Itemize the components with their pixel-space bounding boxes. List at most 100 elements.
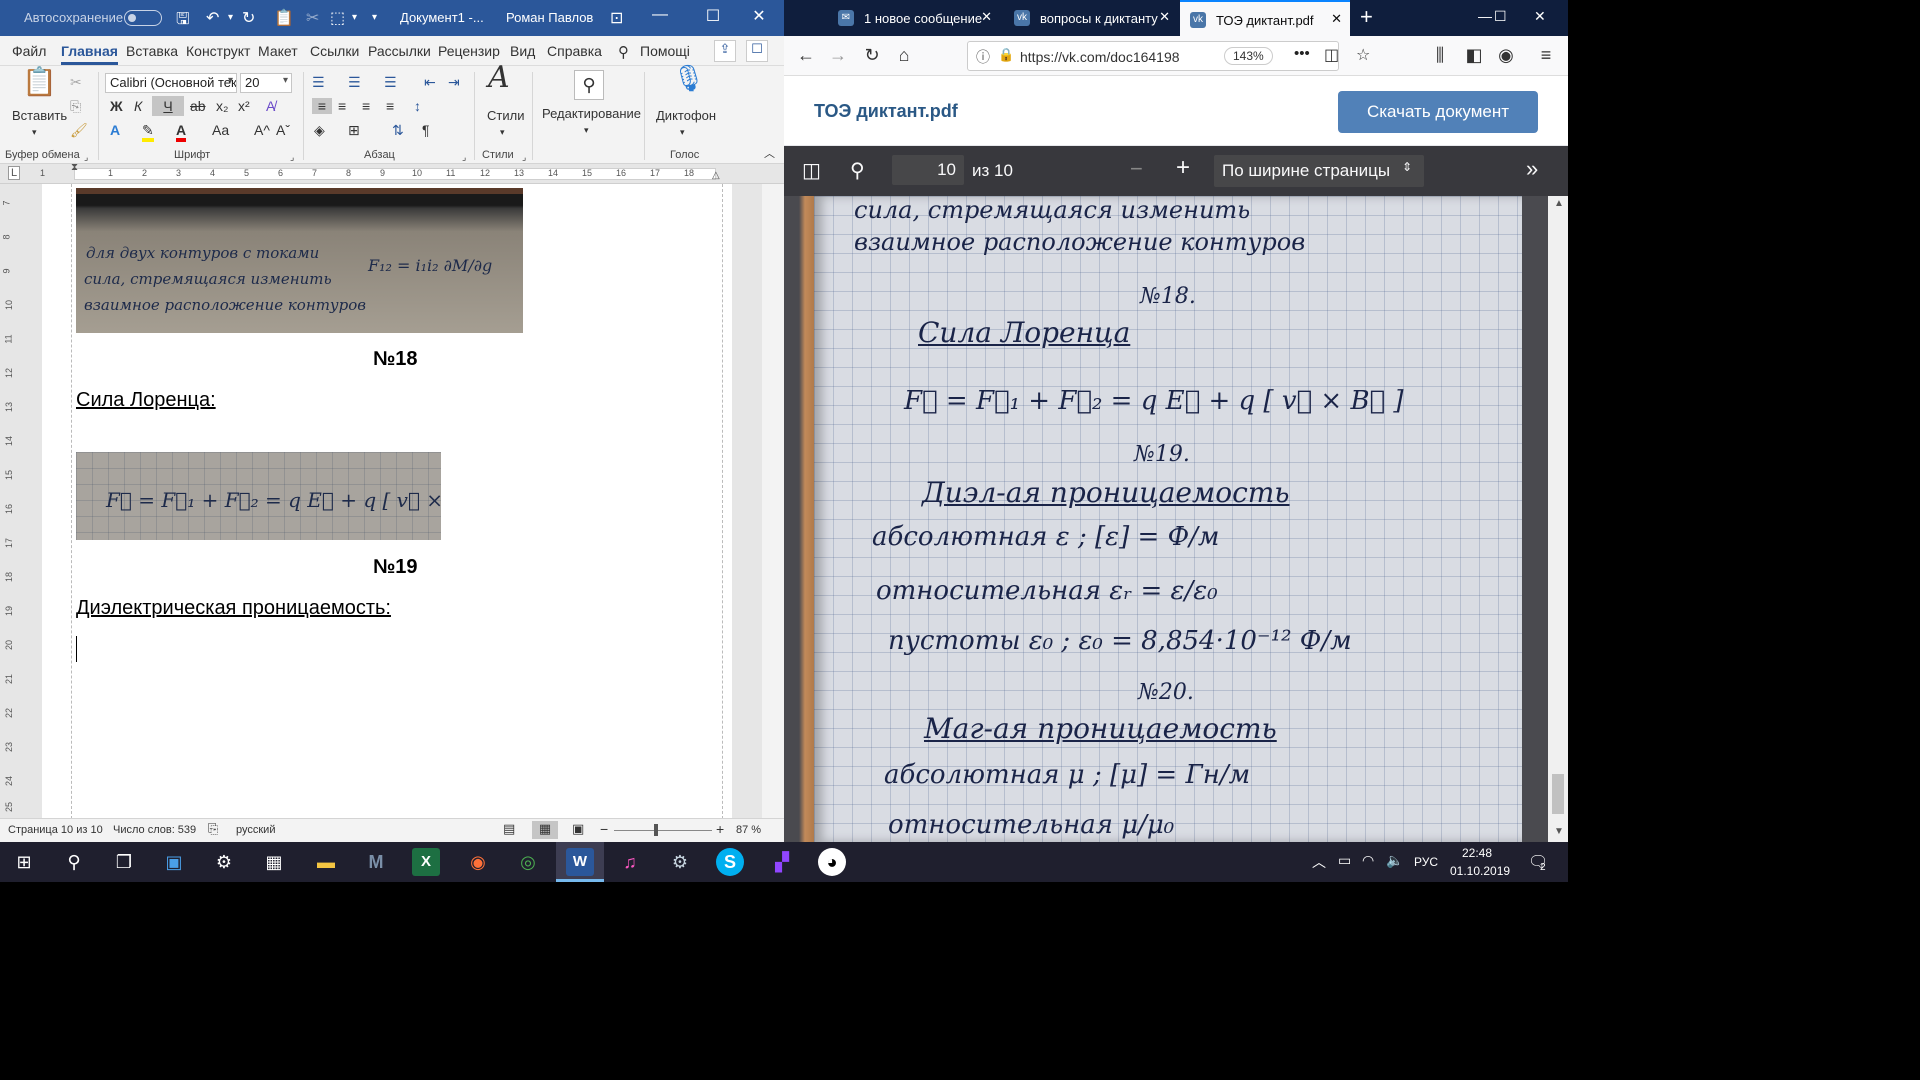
tab-design[interactable]: Конструкт bbox=[186, 43, 250, 59]
tab-file[interactable]: Файл bbox=[12, 43, 46, 59]
scroll-down-icon[interactable]: ▼ bbox=[1554, 826, 1564, 837]
font-color-button[interactable]: A bbox=[176, 122, 187, 142]
document-page[interactable]: для двух контуров с токами сила, стремящ… bbox=[42, 184, 732, 818]
pdf-viewer[interactable]: сила, стремящаяся изменить взаимное расп… bbox=[784, 196, 1568, 842]
clear-formatting-icon[interactable]: A̸ bbox=[266, 98, 275, 114]
scroll-up-icon[interactable]: ▲ bbox=[1554, 198, 1564, 209]
firefox-icon[interactable]: ◉ bbox=[464, 848, 492, 876]
read-mode-icon[interactable]: ▤ bbox=[503, 821, 515, 837]
task-view-icon[interactable]: ❐ bbox=[110, 848, 138, 876]
zoom-in-icon[interactable]: + bbox=[1176, 154, 1190, 182]
account-icon[interactable]: ◉ bbox=[1494, 45, 1518, 66]
line-spacing-icon[interactable]: ↕ bbox=[414, 98, 421, 114]
tools-expand-icon[interactable]: » bbox=[1526, 156, 1538, 182]
user-name[interactable]: Роман Павлов bbox=[506, 10, 593, 25]
tab-review[interactable]: Рецензир bbox=[438, 43, 500, 59]
maximize-icon[interactable]: ☐ bbox=[1494, 8, 1507, 25]
web-layout-icon[interactable]: ▣ bbox=[572, 821, 584, 837]
maximize-icon[interactable]: ☐ bbox=[698, 6, 728, 26]
align-center-icon[interactable]: ≡ bbox=[338, 98, 346, 114]
sidebar-icon[interactable]: ◧ bbox=[1462, 45, 1486, 66]
align-right-icon[interactable]: ≡ bbox=[362, 98, 370, 114]
format-painter-icon[interactable]: 🖌 bbox=[70, 122, 88, 138]
increase-indent-icon[interactable]: ⇥ bbox=[448, 74, 460, 90]
lock-icon[interactable]: 🔒 bbox=[998, 47, 1014, 63]
undo-icon[interactable]: ↶ bbox=[206, 8, 219, 28]
bookmark-star-icon[interactable]: ☆ bbox=[1356, 45, 1370, 65]
zoom-out-icon[interactable]: − bbox=[600, 821, 608, 837]
align-left-icon[interactable]: ≡ bbox=[312, 98, 332, 114]
download-document-button[interactable]: Скачать документ bbox=[1338, 91, 1538, 133]
search-icon[interactable]: ⚲ bbox=[60, 848, 88, 876]
undo-dropdown-icon[interactable]: ▾ bbox=[228, 12, 233, 23]
collapse-ribbon-icon[interactable]: ︿ bbox=[764, 146, 775, 162]
volume-icon[interactable]: 🔈 bbox=[1386, 852, 1403, 869]
close-tab-icon[interactable]: ✕ bbox=[1159, 9, 1170, 25]
copy-icon[interactable]: ⎘ bbox=[70, 98, 81, 114]
pdf-scrollbar[interactable]: ▲ ▼ bbox=[1548, 196, 1568, 842]
page-actions-icon[interactable]: ••• bbox=[1294, 45, 1310, 62]
save-icon[interactable]: 🖫 bbox=[176, 8, 190, 35]
clipboard-icon[interactable]: 📋 bbox=[274, 8, 294, 28]
tab-view[interactable]: Вид bbox=[510, 43, 535, 59]
page-number-input[interactable]: 10 bbox=[892, 155, 964, 185]
close-icon[interactable]: ✕ bbox=[744, 6, 774, 26]
lightbulb-icon[interactable]: ⚲ bbox=[618, 43, 629, 61]
multilevel-list-icon[interactable]: ☰ bbox=[384, 74, 397, 90]
editing-button[interactable]: Редактирование bbox=[542, 106, 641, 121]
vertical-ruler[interactable]: 7 8 9 10 11 12 13 14 15 16 17 18 19 20 2… bbox=[0, 184, 22, 818]
twitch-icon[interactable]: ▞ bbox=[768, 848, 796, 876]
zoom-indicator[interactable]: 143% bbox=[1224, 47, 1273, 65]
numbering-icon[interactable]: ☰ bbox=[348, 74, 361, 90]
itunes-icon[interactable]: ♫ bbox=[616, 848, 644, 876]
zoom-select[interactable]: По ширине страницы bbox=[1214, 155, 1424, 187]
strikethrough-button[interactable]: ab bbox=[190, 98, 206, 114]
show-formatting-button[interactable]: ¶ bbox=[422, 122, 430, 138]
tab-new-message[interactable]: ✉ 1 новое сообщение ✕ bbox=[828, 0, 1000, 36]
dictate-dropdown-icon[interactable]: ▾ bbox=[680, 124, 685, 140]
tab-references[interactable]: Ссылки bbox=[310, 43, 359, 59]
word-icon[interactable]: W bbox=[566, 848, 594, 876]
redo-icon[interactable]: ↻ bbox=[242, 8, 255, 28]
zoom-out-icon[interactable]: − bbox=[1130, 156, 1143, 182]
pocket-icon[interactable]: ◫ bbox=[1324, 45, 1339, 65]
ghost-app-icon[interactable]: ◕ bbox=[818, 848, 846, 876]
mathcad-icon[interactable]: M bbox=[362, 848, 390, 876]
superscript-button[interactable]: x² bbox=[238, 98, 250, 114]
pdf-scrollbar-thumb[interactable] bbox=[1552, 774, 1564, 814]
select-dropdown-icon[interactable]: ▾ bbox=[352, 12, 357, 23]
document-area[interactable]: для двух контуров с токами сила, стремящ… bbox=[22, 184, 762, 818]
grow-font-button[interactable]: A^ bbox=[254, 122, 270, 138]
shrink-font-button[interactable]: Aˇ bbox=[276, 122, 290, 138]
steam-icon[interactable]: ⚙ bbox=[666, 848, 694, 876]
subscript-button[interactable]: x₂ bbox=[216, 98, 228, 114]
input-language[interactable]: РУС bbox=[1414, 855, 1438, 869]
excel-icon[interactable]: X bbox=[412, 848, 440, 876]
editing-search-icon[interactable]: ⚲ bbox=[574, 70, 604, 100]
sort-icon[interactable]: ⇅ bbox=[392, 122, 404, 138]
tab-selector-icon[interactable]: L bbox=[8, 166, 21, 180]
paste-icon[interactable]: 📋 bbox=[22, 68, 57, 106]
clipboard-launcher-icon[interactable]: ⌟ bbox=[84, 149, 88, 165]
change-case-button[interactable]: Aa bbox=[212, 122, 229, 138]
close-icon[interactable]: ✕ bbox=[1534, 8, 1546, 25]
wifi-icon[interactable]: ◠ bbox=[1362, 852, 1374, 869]
new-tab-icon[interactable]: + bbox=[1360, 4, 1373, 30]
justify-icon[interactable]: ≡ bbox=[386, 98, 394, 114]
toggle-sidebar-icon[interactable]: ◫ bbox=[802, 158, 821, 183]
styles-launcher-icon[interactable]: ⌟ bbox=[522, 149, 526, 165]
autosave-toggle[interactable] bbox=[124, 10, 162, 26]
word-count[interactable]: Число слов: 539 bbox=[113, 824, 196, 836]
inserted-photo-lorentz-formula[interactable]: F⃗ = F⃗₁ + F⃗₂ = q E⃗ + q [ v⃗ × B⃗ ] bbox=[76, 452, 441, 540]
show-hidden-icons-icon[interactable]: ︿ bbox=[1312, 852, 1326, 872]
customize-toolbar-icon[interactable]: ▾ bbox=[372, 12, 377, 23]
styles-dropdown-icon[interactable]: ▾ bbox=[500, 124, 505, 140]
borders-icon[interactable]: ⊞ bbox=[348, 122, 360, 138]
close-tab-icon[interactable]: ✕ bbox=[981, 9, 992, 25]
word-vertical-scrollbar[interactable] bbox=[762, 184, 784, 818]
right-indent-marker[interactable]: △ bbox=[712, 170, 720, 181]
reload-icon[interactable]: ↻ bbox=[860, 45, 884, 66]
calculator-icon[interactable]: ▦ bbox=[260, 848, 288, 876]
share-icon[interactable]: ⇪ bbox=[714, 40, 736, 62]
microphone-icon[interactable]: 🎙 bbox=[672, 65, 705, 91]
